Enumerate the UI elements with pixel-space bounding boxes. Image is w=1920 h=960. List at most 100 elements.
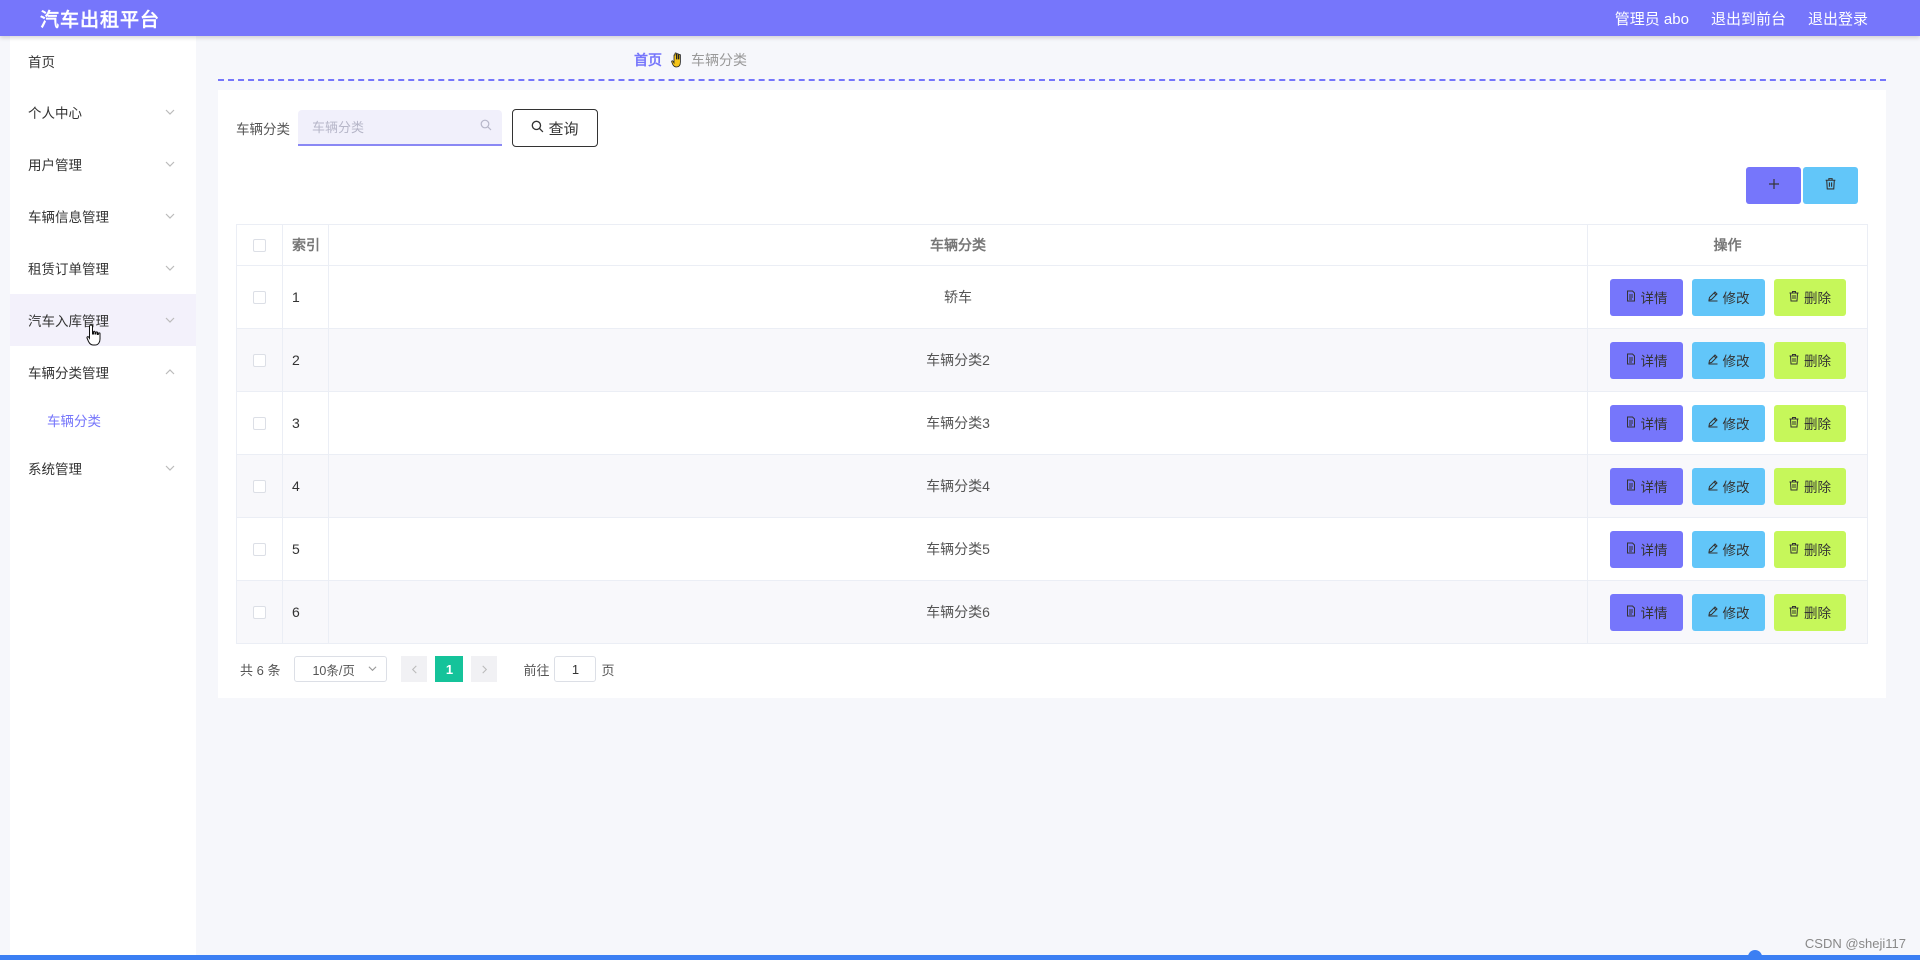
row-checkbox[interactable] bbox=[253, 290, 266, 304]
table-row: 5 车辆分类5 详情 修改 删除 bbox=[237, 517, 1867, 580]
document-icon bbox=[1625, 416, 1637, 431]
delete-button[interactable]: 删除 bbox=[1773, 278, 1846, 316]
detail-button[interactable]: 详情 bbox=[1609, 341, 1683, 379]
batch-delete-button[interactable] bbox=[1803, 167, 1858, 204]
sidebar-item-vehicles[interactable]: 车辆信息管理 bbox=[10, 190, 196, 242]
chevron-down-icon bbox=[164, 314, 176, 326]
chevron-down-icon bbox=[164, 262, 176, 274]
breadcrumb-home[interactable]: 首页 bbox=[634, 50, 662, 70]
prev-page-button[interactable] bbox=[401, 656, 428, 682]
detail-button[interactable]: 详情 bbox=[1609, 530, 1683, 568]
sidebar-item-storage[interactable]: 汽车入库管理 bbox=[10, 294, 196, 346]
query-button[interactable]: 查询 bbox=[512, 109, 598, 147]
detail-label: 详情 bbox=[1640, 606, 1668, 621]
header-index: 索引 bbox=[283, 225, 329, 265]
edit-button[interactable]: 修改 bbox=[1691, 593, 1765, 631]
delete-button[interactable]: 删除 bbox=[1773, 467, 1846, 505]
document-icon bbox=[1625, 605, 1637, 620]
search-input[interactable] bbox=[312, 119, 472, 135]
edit-label: 修改 bbox=[1722, 291, 1750, 306]
row-ops: 详情 修改 删除 bbox=[1588, 392, 1867, 454]
logout-link[interactable]: 退出登录 bbox=[1808, 8, 1868, 29]
row-checkbox-cell bbox=[237, 329, 283, 391]
sidebar-item-category-mgmt[interactable]: 车辆分类管理 bbox=[10, 346, 196, 398]
delete-button[interactable]: 删除 bbox=[1773, 404, 1846, 442]
chevron-down-icon bbox=[164, 106, 176, 118]
edit-label: 修改 bbox=[1722, 480, 1750, 495]
chevron-right-icon bbox=[480, 662, 489, 677]
detail-button[interactable]: 详情 bbox=[1609, 593, 1683, 631]
to-front-link[interactable]: 退出到前台 bbox=[1711, 8, 1786, 29]
edit-button[interactable]: 修改 bbox=[1691, 530, 1765, 568]
table-row: 3 车辆分类3 详情 修改 删除 bbox=[237, 391, 1867, 454]
delete-label: 删除 bbox=[1804, 543, 1831, 558]
delete-label: 删除 bbox=[1804, 417, 1831, 432]
watermark: CSDN @sheji117 bbox=[1804, 936, 1906, 951]
trash-icon bbox=[1788, 605, 1800, 620]
hand-cursor-icon bbox=[86, 324, 101, 346]
edit-button[interactable]: 修改 bbox=[1691, 278, 1765, 316]
main-panel: 车辆分类 查询 索引 车辆分类 bbox=[218, 90, 1886, 698]
chevron-down-icon bbox=[164, 462, 176, 474]
chevron-up-icon bbox=[164, 366, 176, 378]
row-checkbox[interactable] bbox=[253, 605, 266, 619]
row-index: 5 bbox=[283, 518, 329, 580]
search-box bbox=[298, 110, 502, 146]
edit-button[interactable]: 修改 bbox=[1691, 341, 1765, 379]
search-row: 车辆分类 查询 bbox=[236, 109, 598, 147]
page-jump-input[interactable] bbox=[554, 656, 597, 682]
row-checkbox[interactable] bbox=[253, 479, 266, 493]
edit-icon bbox=[1707, 542, 1719, 557]
table-body: 1 轿车 详情 修改 删除 2 车辆分类2 详情 修改 删除 3 车辆分类3 详情 修改 删除 4 车辆分类4 详… bbox=[237, 265, 1867, 643]
page-jump: 前往 页 bbox=[523, 656, 615, 682]
edit-icon bbox=[1707, 290, 1719, 305]
edit-icon bbox=[1707, 416, 1719, 431]
admin-user: 管理员 abo bbox=[1614, 10, 1689, 28]
delete-label: 删除 bbox=[1804, 354, 1831, 369]
category-table: 索引 车辆分类 操作 1 轿车 详情 修改 删除 2 车辆分类2 详情 修改 删除 3 车辆分类3 详情… bbox=[236, 224, 1868, 644]
page-size-select[interactable]: 10条/页 bbox=[294, 656, 388, 682]
page-number-current[interactable]: 1 bbox=[435, 656, 464, 682]
sidebar-item-users[interactable]: 用户管理 bbox=[10, 138, 196, 190]
table-row: 2 车辆分类2 详情 修改 删除 bbox=[237, 328, 1867, 391]
trash-icon bbox=[1788, 353, 1800, 368]
sidebar-item-label: 首页 bbox=[28, 55, 55, 70]
edit-button[interactable]: 修改 bbox=[1691, 404, 1765, 442]
detail-button[interactable]: 详情 bbox=[1609, 467, 1683, 505]
detail-label: 详情 bbox=[1640, 417, 1668, 432]
toolbar bbox=[1746, 167, 1858, 204]
sidebar-item-label: 车辆信息管理 bbox=[28, 210, 109, 225]
sidebar-item-label: 系统管理 bbox=[28, 462, 82, 477]
pagination-total: 共 6 条 bbox=[240, 662, 281, 678]
next-page-button[interactable] bbox=[471, 656, 498, 682]
add-button[interactable] bbox=[1746, 167, 1801, 204]
query-button-label: 查询 bbox=[548, 120, 579, 138]
sidebar-item-system[interactable]: 系统管理 bbox=[10, 442, 196, 494]
page-jump-label: 前往 bbox=[523, 662, 550, 678]
detail-button[interactable]: 详情 bbox=[1609, 278, 1683, 316]
chevron-down-icon bbox=[164, 158, 176, 170]
row-checkbox[interactable] bbox=[253, 353, 266, 367]
sidebar-subitem-category[interactable]: 车辆分类 bbox=[10, 398, 196, 442]
row-checkbox[interactable] bbox=[253, 542, 266, 556]
plus-icon bbox=[1768, 177, 1780, 195]
select-all-checkbox[interactable] bbox=[253, 238, 266, 252]
bottom-scrollbar[interactable] bbox=[0, 955, 1920, 960]
delete-button[interactable]: 删除 bbox=[1773, 593, 1846, 631]
row-ops: 详情 修改 删除 bbox=[1588, 581, 1867, 643]
sidebar-item-label: 租赁订单管理 bbox=[28, 262, 109, 277]
delete-button[interactable]: 删除 bbox=[1773, 341, 1846, 379]
sidebar-item-label: 个人中心 bbox=[28, 106, 82, 121]
sidebar-item-label: 用户管理 bbox=[28, 158, 82, 173]
row-checkbox-cell bbox=[237, 455, 283, 517]
sidebar-item-personal[interactable]: 个人中心 bbox=[10, 86, 196, 138]
edit-button[interactable]: 修改 bbox=[1691, 467, 1765, 505]
sidebar-item-home[interactable]: 首页 bbox=[10, 36, 196, 86]
sidebar-item-orders[interactable]: 租赁订单管理 bbox=[10, 242, 196, 294]
scrollbar-thumb[interactable] bbox=[1748, 950, 1762, 960]
delete-button[interactable]: 删除 bbox=[1773, 530, 1846, 568]
detail-button[interactable]: 详情 bbox=[1609, 404, 1683, 442]
sidebar-subitem-label: 车辆分类 bbox=[47, 414, 101, 429]
row-checkbox[interactable] bbox=[253, 416, 266, 430]
trash-icon bbox=[1788, 479, 1800, 494]
